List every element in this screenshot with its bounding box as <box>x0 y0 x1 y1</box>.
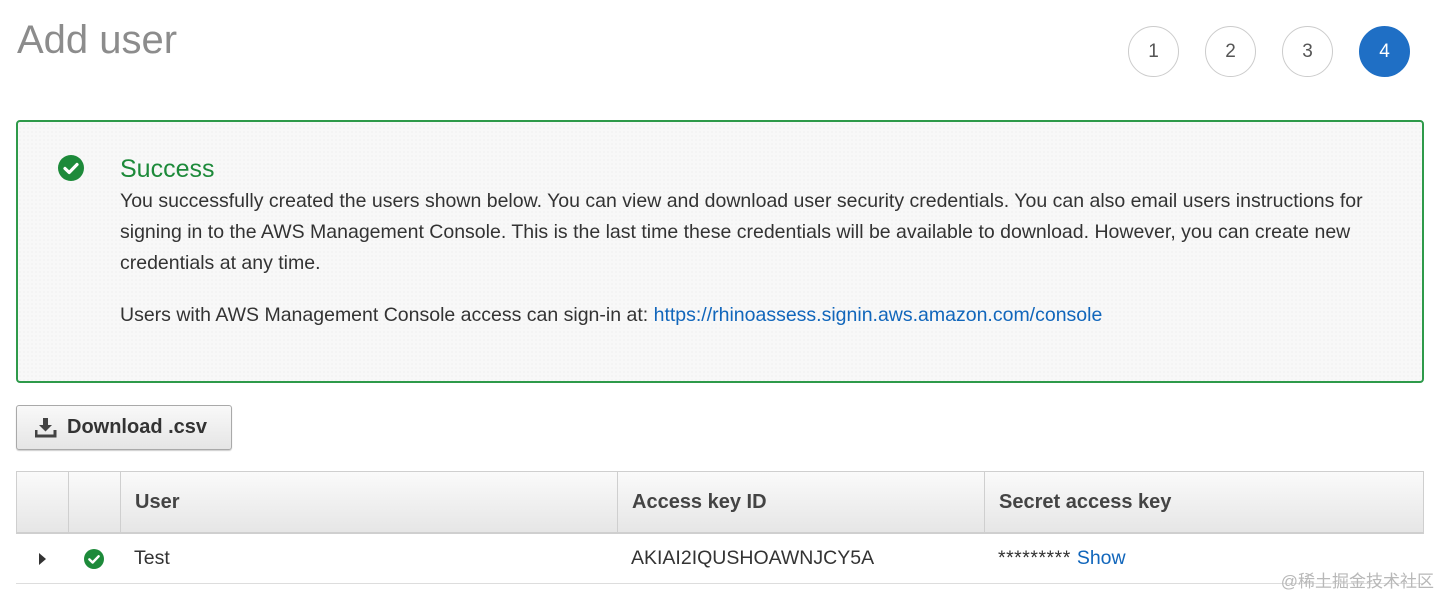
status-cell <box>68 534 120 583</box>
download-icon <box>35 417 57 437</box>
expand-cell <box>16 534 68 583</box>
users-table: User Access key ID Secret access key Tes… <box>16 471 1424 584</box>
column-header-user[interactable]: User <box>121 472 618 532</box>
step-3[interactable]: 3 <box>1282 26 1333 77</box>
watermark: @稀土掘金技术社区 <box>1280 572 1434 591</box>
check-circle-icon <box>58 155 84 181</box>
show-secret-link[interactable]: Show <box>1077 547 1126 570</box>
user-cell: Test <box>134 547 170 569</box>
column-header-access-key-id[interactable]: Access key ID <box>618 472 985 532</box>
column-header-secret-access-key[interactable]: Secret access key <box>985 472 1423 532</box>
step-2[interactable]: 2 <box>1205 26 1256 77</box>
alert-message: You successfully created the users shown… <box>120 190 1363 274</box>
add-user-page: Add user 1 2 3 4 Success You successfull… <box>0 0 1440 596</box>
alert-title: Success <box>120 155 215 183</box>
download-label: Download .csv <box>67 416 208 438</box>
secret-masked: ********* <box>998 547 1071 569</box>
success-alert: Success You successfully created the use… <box>16 120 1424 383</box>
column-header-expand <box>17 472 69 532</box>
signin-info: Users with AWS Management Console access… <box>120 300 1102 330</box>
signin-prefix: Users with AWS Management Console access… <box>120 304 654 326</box>
step-4-active[interactable]: 4 <box>1359 26 1410 77</box>
table-header: User Access key ID Secret access key <box>16 471 1424 534</box>
check-circle-icon <box>84 548 104 569</box>
step-1[interactable]: 1 <box>1128 26 1179 77</box>
table-row: Test AKIAI2IQUSHOAWNJCY5A ********* Show <box>16 534 1424 584</box>
caret-right-icon[interactable] <box>38 552 46 565</box>
download-csv-button[interactable]: Download .csv <box>16 405 232 450</box>
column-header-status <box>69 472 121 532</box>
wizard-steps: 1 2 3 4 <box>1128 26 1410 77</box>
access-key-id-cell: AKIAI2IQUSHOAWNJCY5A <box>631 547 875 569</box>
page-title: Add user <box>17 18 178 62</box>
signin-url-link[interactable]: https://rhinoassess.signin.aws.amazon.co… <box>654 304 1103 326</box>
